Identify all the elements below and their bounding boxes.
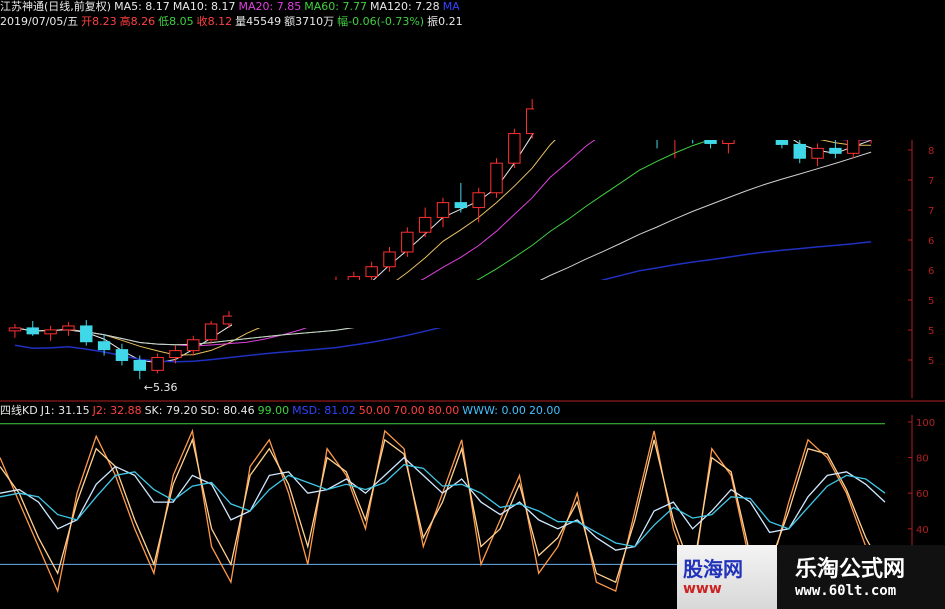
indicator-axis-tick-label: 60 xyxy=(916,489,929,500)
candle-body xyxy=(793,143,806,159)
price-header-item: 幅-0.06(-0.73%) xyxy=(337,15,425,28)
price-header-line1: 江苏神通(日线,前复权) MA5: 8.17 MA10: 8.17 MA20: 7.8… xyxy=(0,0,463,14)
indicator-header-item: 20.00 xyxy=(528,404,561,417)
candle-body xyxy=(169,350,182,359)
indicator-header-item: J2: 32.88 xyxy=(92,404,142,417)
price-axis-tick-label: 7 xyxy=(928,176,934,187)
price-header-item: MA20: 7.85 xyxy=(238,0,302,13)
price-annotation-label: ←5.36 xyxy=(144,381,178,394)
indicator-header-item: WWW: 0.00 xyxy=(462,404,526,417)
price-header-item: 振0.21 xyxy=(427,15,463,28)
candle-body xyxy=(847,138,860,154)
price-axis-tick-label: 5 xyxy=(928,356,934,367)
redaction-box-top-right xyxy=(534,0,945,140)
price-axis-tick-label: 6 xyxy=(928,236,934,247)
price-axis-tick-label: 5 xyxy=(928,326,934,337)
price-header-item: 高8.26 xyxy=(119,15,156,28)
redaction-box-middle xyxy=(232,280,714,328)
candle-body xyxy=(204,323,218,341)
price-header-item: 低8.05 xyxy=(158,15,194,28)
candle-body xyxy=(383,251,396,268)
price-header-item: 江苏神通(日线,前复权) xyxy=(0,0,112,13)
stock-chart-canvas: 87766555 ←8.66←5.36 100806040 xyxy=(0,0,945,609)
indicator-header-item: SK: 79.20 xyxy=(144,404,198,417)
price-axis-tick-label: 5 xyxy=(928,296,934,307)
candle-body xyxy=(436,202,450,218)
watermark-logo-text: 股海网 xyxy=(683,557,743,581)
candle-body xyxy=(115,349,129,361)
candle-body xyxy=(365,266,378,278)
watermark-banner: 股海网 www 乐淘公式网 www.60lt.com xyxy=(677,545,945,609)
price-header-item: MA60: 7.77 xyxy=(304,0,367,13)
indicator-axis-tick-label: 40 xyxy=(916,525,929,536)
watermark-title: 乐淘公式网 xyxy=(795,557,906,582)
price-header-line2: 2019/07/05/五 开8.23 高8.26 低8.05 收8.12 量45549 额3… xyxy=(0,15,466,29)
price-axis-tick-label: 8 xyxy=(928,146,934,157)
price-header-item: 收8.12 xyxy=(196,15,233,28)
candle-body xyxy=(829,147,842,154)
price-header-item: 额3710万 xyxy=(284,15,335,28)
indicator-header-item: 80.00 xyxy=(427,404,460,417)
indicator-axis-tick-label: 100 xyxy=(916,418,935,429)
price-header-item: 2019/07/05/五 xyxy=(0,15,79,28)
candle-body xyxy=(26,327,39,335)
indicator-header-item: 四线KD xyxy=(0,404,38,417)
indicator-header-item: SD: 80.46 xyxy=(200,404,255,417)
indicator-header-item: 50.00 xyxy=(358,404,391,417)
indicator-header-item: 70.00 xyxy=(393,404,425,417)
candle-body xyxy=(133,359,146,371)
price-axis-tick-label: 6 xyxy=(928,266,934,277)
price-header-item: MA10: 8.17 xyxy=(172,0,236,13)
candle-body xyxy=(490,162,503,194)
watermark-logo-subtext: www xyxy=(683,581,722,597)
indicator-header-item: 99.00 xyxy=(257,404,290,417)
watermark-logo: 股海网 www xyxy=(677,545,777,609)
candle-body xyxy=(401,231,414,253)
candle-body xyxy=(44,329,57,335)
candle-body xyxy=(472,192,485,209)
indicator-header-item: MSD: 81.02 xyxy=(292,404,356,417)
price-header-item: MA xyxy=(442,0,460,13)
candle-body xyxy=(8,327,22,332)
indicator-header-item: J1: 31.15 xyxy=(40,404,90,417)
indicator-line-sk xyxy=(0,456,886,551)
watermark-url: www.60lt.com xyxy=(795,583,897,599)
price-header-item: 开8.23 xyxy=(81,15,117,28)
candle-body xyxy=(97,341,111,351)
candle-body xyxy=(811,147,824,159)
price-axis-tick-label: 7 xyxy=(928,206,934,217)
price-header-item: 量45549 xyxy=(235,15,282,28)
candle-body xyxy=(80,325,93,343)
price-header-item: MA5: 8.17 xyxy=(114,0,170,13)
price-header-item: MA120: 7.28 xyxy=(369,0,440,13)
candle-body xyxy=(454,202,468,209)
candle-body xyxy=(151,357,164,371)
candle-body xyxy=(187,339,200,352)
candle-body xyxy=(62,325,75,331)
indicator-header: 四线KD J1: 31.15 J2: 32.88 SK: 79.20 SD: 80.46… xyxy=(0,404,563,418)
candle-body xyxy=(418,216,432,233)
indicator-axis-tick-label: 80 xyxy=(916,454,929,465)
candle-body xyxy=(508,133,521,164)
